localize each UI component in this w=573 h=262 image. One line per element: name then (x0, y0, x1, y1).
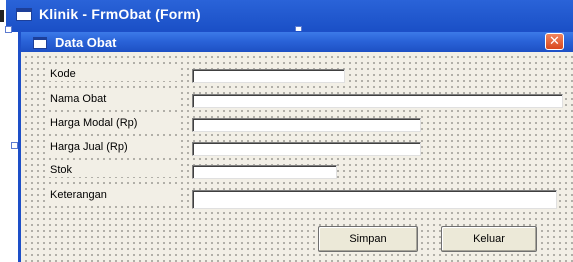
ide-form-title: Klinik - FrmObat (Form) (39, 6, 201, 22)
label-kode: Kode (48, 67, 178, 81)
form-titlebar[interactable]: Data Obat ✕ (21, 32, 573, 52)
harga-modal-input[interactable] (192, 118, 421, 132)
simpan-button[interactable]: Simpan (318, 226, 418, 252)
close-icon[interactable]: ✕ (545, 33, 564, 50)
designer-canvas: Klinik - FrmObat (Form) Data Obat ✕ Kode… (0, 0, 573, 262)
form-window: Data Obat ✕ Kode Nama Obat Harga Modal (… (18, 31, 573, 262)
stok-input[interactable] (192, 165, 337, 179)
ide-form-titlebar[interactable]: Klinik - FrmObat (Form) (4, 0, 573, 32)
resize-handle-top-left[interactable] (5, 26, 12, 33)
form-title: Data Obat (55, 35, 117, 50)
nama-obat-input[interactable] (192, 94, 563, 108)
form-icon (16, 8, 32, 21)
label-harga-jual: Harga Jual (Rp) (48, 140, 178, 154)
label-keterangan: Keterangan (48, 188, 178, 202)
form-client-area: Kode Nama Obat Harga Modal (Rp) Harga Ju… (21, 52, 573, 262)
label-nama-obat: Nama Obat (48, 92, 178, 106)
window-icon (33, 37, 47, 49)
harga-jual-input[interactable] (192, 142, 421, 156)
label-harga-modal: Harga Modal (Rp) (48, 116, 178, 130)
kode-input[interactable] (192, 69, 345, 83)
resize-handle-mid-left[interactable] (11, 142, 18, 149)
keluar-button[interactable]: Keluar (441, 226, 537, 252)
keterangan-input[interactable] (192, 190, 557, 209)
label-stok: Stok (48, 163, 178, 177)
